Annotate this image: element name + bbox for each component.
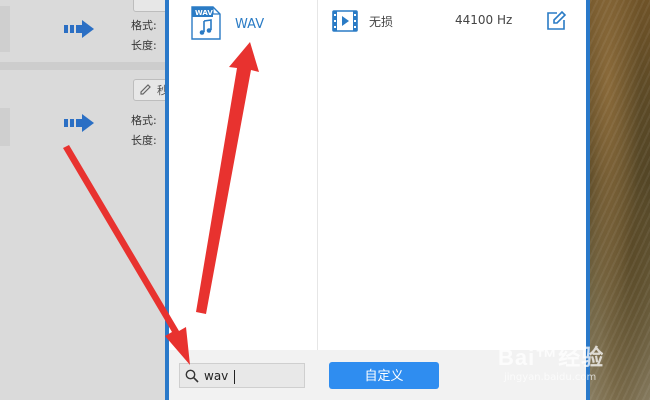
search-input[interactable] — [204, 367, 299, 385]
wav-file-icon-label: WAV — [195, 9, 213, 17]
custom-button[interactable]: 自定义 — [329, 362, 439, 389]
row-divider — [0, 62, 165, 70]
format-name: WAV — [235, 17, 265, 32]
background-file-row: 格式: 长度: — [0, 0, 175, 58]
background-app-panel: 格式: 长度: 秒 格式: 长度: — [0, 0, 175, 400]
length-label: 长度: — [131, 134, 157, 147]
format-label: 格式: — [131, 114, 157, 127]
text-caret — [234, 370, 235, 384]
quality-text: 无损 — [369, 15, 394, 29]
format-label: 格式: — [131, 19, 157, 32]
convert-arrow-icon — [64, 20, 94, 38]
video-quality-icon — [332, 10, 358, 32]
length-label: 长度: — [131, 39, 157, 52]
format-item-wav[interactable]: WAV WAV — [191, 6, 311, 42]
convert-arrow-icon — [64, 114, 94, 132]
baidu-watermark: Bai™经验 jingyan.baidu.com — [498, 340, 648, 400]
background-file-row: 秒 格式: 长度: — [0, 74, 175, 154]
wav-file-icon: WAV — [191, 6, 221, 40]
file-card — [0, 108, 10, 146]
sample-rate-text: 44100 Hz — [455, 13, 513, 27]
watermark-main-text: Bai™经验 — [498, 345, 605, 370]
file-card — [0, 6, 10, 52]
edit-icon[interactable] — [545, 10, 567, 32]
column-divider — [317, 0, 318, 350]
search-box[interactable] — [179, 363, 305, 388]
pencil-icon — [140, 84, 151, 95]
search-icon — [185, 369, 199, 383]
format-list-panel: WAV WAV 无损 44100 Hz — [169, 0, 586, 350]
watermark-url-text: jingyan.baidu.com — [504, 372, 597, 383]
